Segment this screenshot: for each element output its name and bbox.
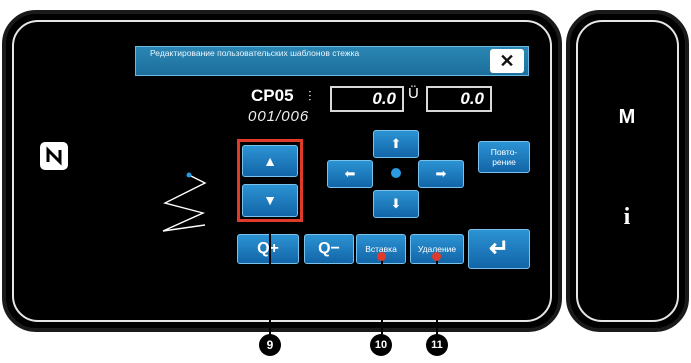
repeat-button[interactable]: Повто-рение xyxy=(478,141,530,173)
menu-m-button[interactable]: M xyxy=(607,106,647,129)
callout-10: 10 xyxy=(370,334,392,356)
callout-line-10 xyxy=(381,256,383,340)
info-button[interactable]: i xyxy=(607,204,647,231)
stitch-up-button[interactable]: ▲ xyxy=(242,145,298,177)
y-offset-icon: Ü xyxy=(408,85,419,102)
y-value-field[interactable]: 0.0 xyxy=(426,86,492,112)
move-up-button[interactable]: ⬆ xyxy=(373,130,419,158)
close-button[interactable]: ✕ xyxy=(490,49,524,73)
move-down-button[interactable]: ⬇ xyxy=(373,190,419,218)
nfc-icon xyxy=(38,140,70,172)
callout-9: 9 xyxy=(259,334,281,356)
center-dot[interactable] xyxy=(391,168,401,178)
dialog-title: Редактирование пользовательских шаблонов… xyxy=(150,48,360,58)
x-value-field[interactable]: 0.0 xyxy=(330,86,404,112)
stitch-counter: 001/006 xyxy=(248,108,310,125)
zoom-out-button[interactable]: Q− xyxy=(304,234,354,264)
side-button-panel xyxy=(566,10,689,332)
callout-dot-11 xyxy=(432,252,441,261)
stitch-down-button[interactable]: ▼ xyxy=(242,184,298,217)
callout-11: 11 xyxy=(426,334,448,356)
enter-button[interactable]: ↵ xyxy=(468,229,530,269)
callout-line-11 xyxy=(436,256,438,340)
stitch-preview xyxy=(155,165,235,255)
zoom-in-button[interactable]: Q+ xyxy=(237,234,299,264)
move-right-button[interactable]: ➡ xyxy=(418,160,464,188)
x-offset-icon: ⫶ xyxy=(308,88,312,104)
callout-dot-10 xyxy=(377,252,386,261)
callout-line-9 xyxy=(269,222,271,340)
pattern-name: CP05 xyxy=(251,86,294,105)
move-left-button[interactable]: ⬅ xyxy=(327,160,373,188)
